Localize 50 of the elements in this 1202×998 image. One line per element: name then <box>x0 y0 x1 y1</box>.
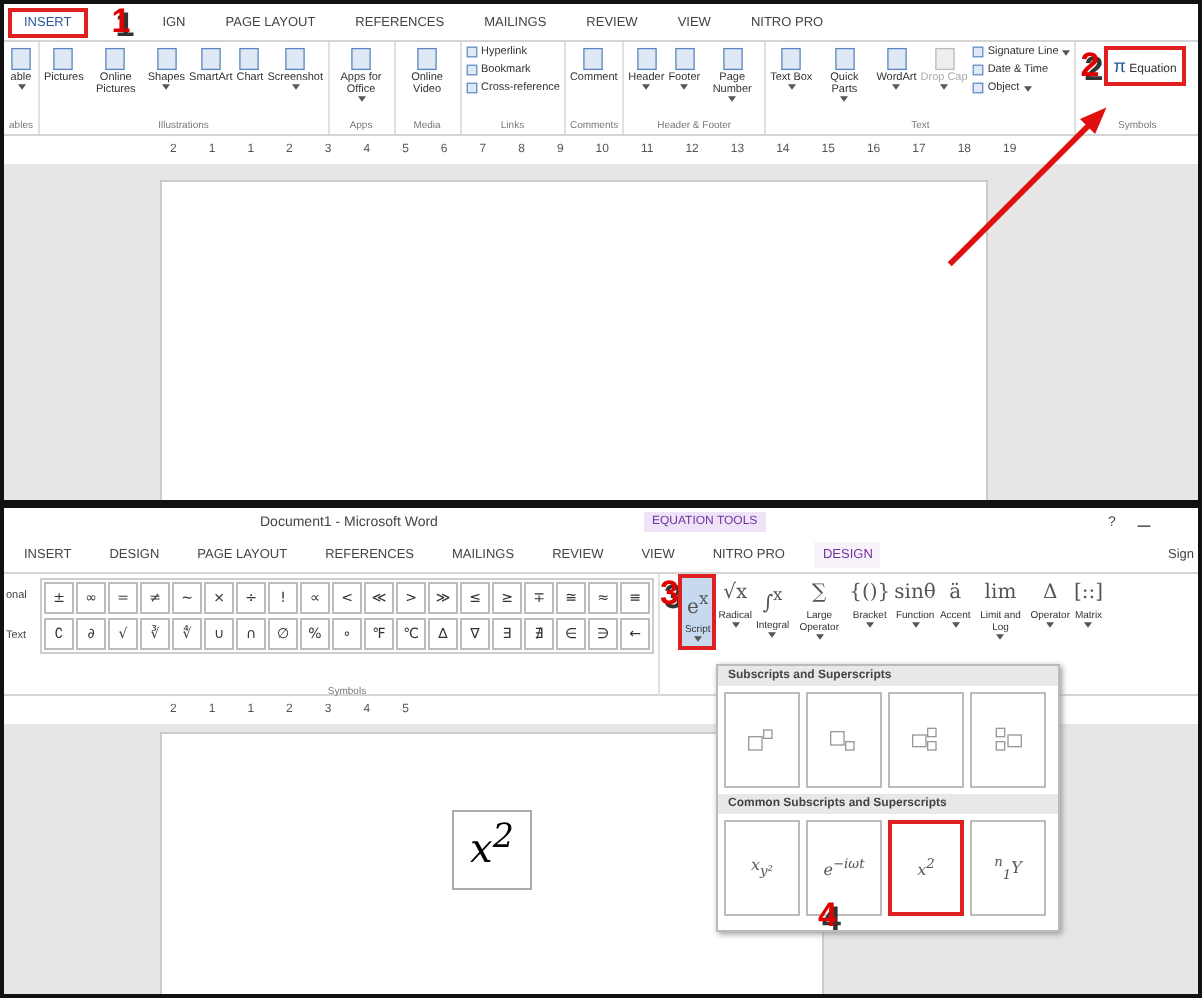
caret-icon <box>768 632 777 639</box>
document-icon <box>282 46 309 72</box>
step-number: 2 <box>1080 46 1100 86</box>
document-icon <box>883 46 910 72</box>
document-icon <box>580 46 607 72</box>
gallery-item[interactable] <box>970 692 1046 788</box>
document-icon <box>831 46 858 72</box>
gallery-item[interactable] <box>888 692 964 788</box>
document-icon <box>153 46 180 72</box>
caret-icon <box>865 622 874 628</box>
caret-icon <box>1062 49 1071 55</box>
caret-icon <box>162 84 171 90</box>
document-icon <box>414 46 441 72</box>
caret-icon <box>940 84 949 90</box>
step-number: 1 <box>111 4 131 42</box>
caret-icon <box>1046 622 1055 628</box>
step-number: 3 <box>660 574 679 614</box>
caret-icon <box>731 622 740 628</box>
document-icon <box>931 46 958 72</box>
caret-icon <box>291 84 300 90</box>
gallery-item[interactable] <box>724 692 800 788</box>
document-icon <box>778 46 805 72</box>
caret-icon <box>1023 85 1032 91</box>
caret-icon <box>996 634 1005 640</box>
caret-icon <box>892 84 901 90</box>
caret-icon <box>787 84 796 90</box>
caret-icon <box>17 84 25 90</box>
caret-icon <box>642 84 651 90</box>
gallery-item[interactable]: x$^{2}$ <box>888 820 964 916</box>
caret-icon <box>357 96 366 102</box>
gallery-item[interactable]: x$_{y²}$ <box>724 820 800 916</box>
equation-box[interactable]: x$^{2}$ <box>452 810 532 890</box>
document-icon <box>197 46 224 72</box>
caret-icon <box>1084 622 1093 628</box>
document-icon <box>8 46 34 72</box>
caret-icon <box>728 96 737 102</box>
document-icon <box>633 46 660 72</box>
document-icon <box>671 46 698 72</box>
document-icon <box>719 46 746 72</box>
caret-icon <box>911 622 920 628</box>
document-icon <box>50 46 77 72</box>
caret-icon <box>951 622 960 628</box>
document-icon <box>348 46 375 72</box>
caret-icon <box>693 636 702 643</box>
document-icon <box>102 46 129 72</box>
gallery-item[interactable] <box>806 692 882 788</box>
document-icon <box>236 46 263 72</box>
caret-icon <box>815 634 824 640</box>
caret-icon <box>680 84 689 90</box>
caret-icon <box>840 96 849 102</box>
